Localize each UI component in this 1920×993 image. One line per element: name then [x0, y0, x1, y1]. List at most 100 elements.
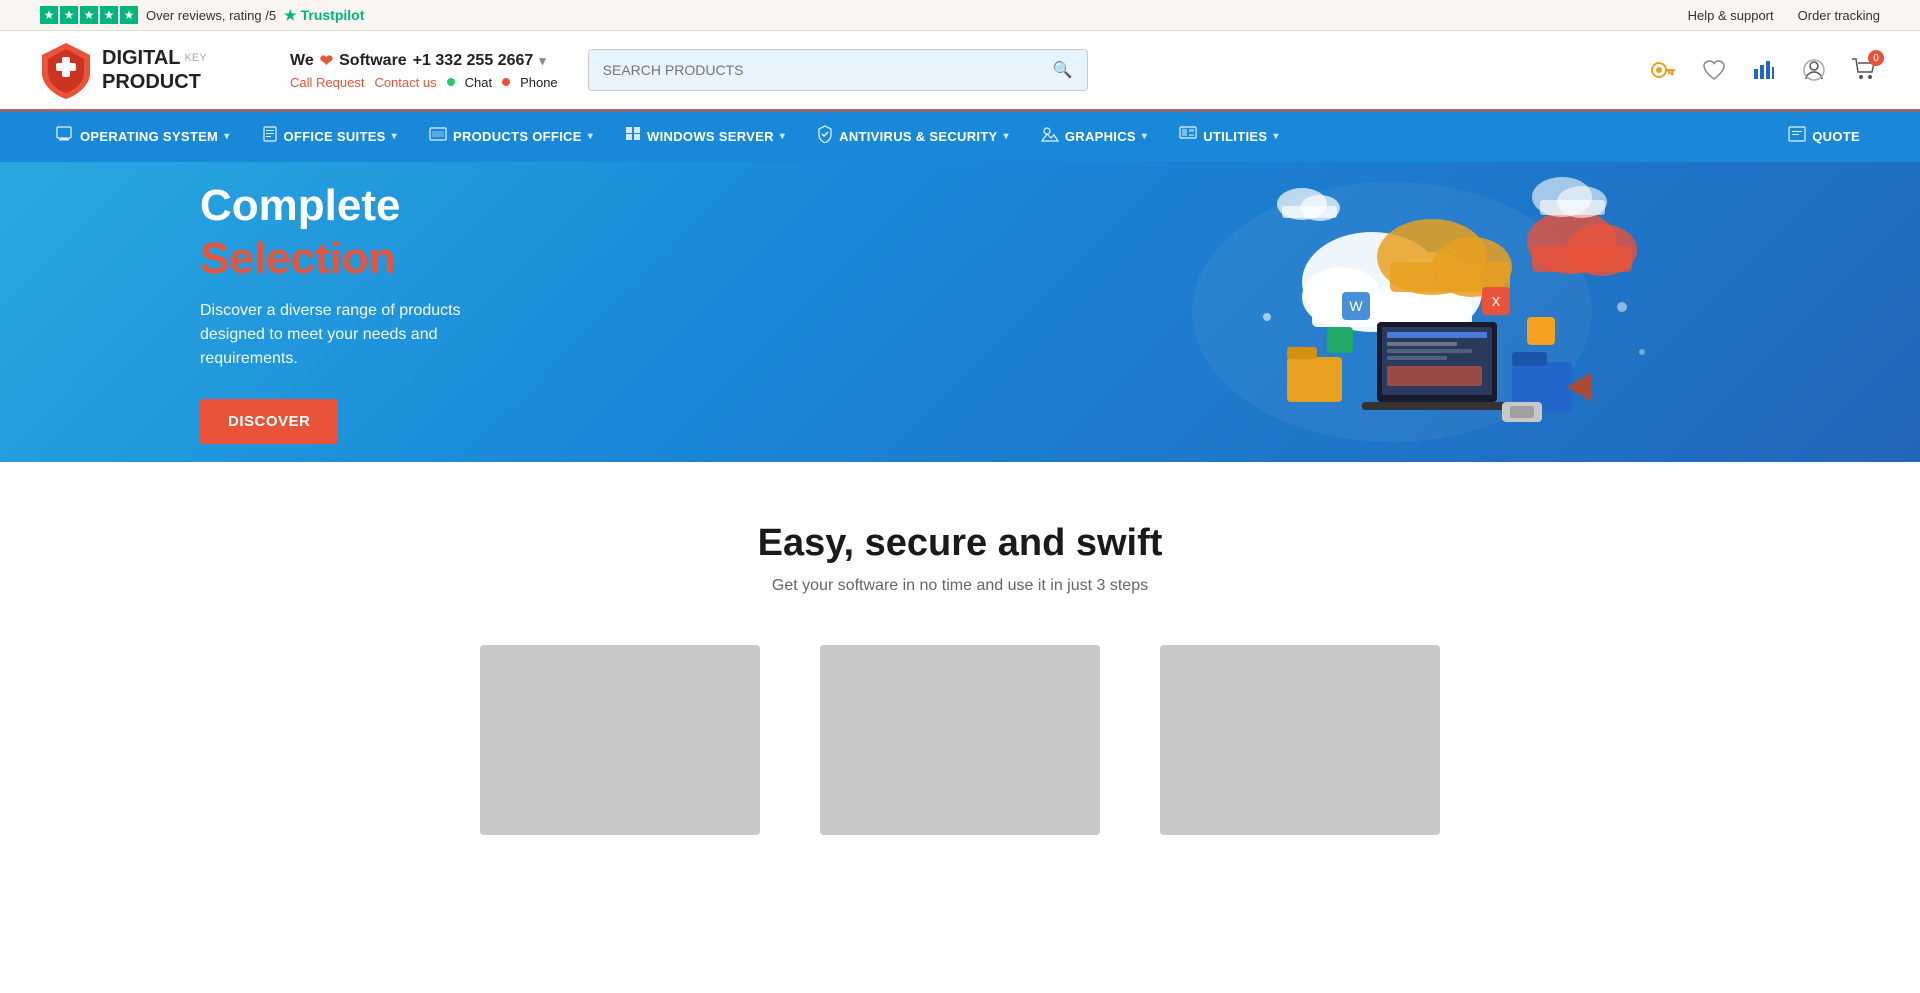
svg-text:W: W	[1349, 298, 1363, 314]
windows-icon	[625, 126, 641, 147]
nav-products-office[interactable]: PRODUCTS OFFICE ▾	[413, 113, 609, 160]
discover-button[interactable]: DISCOVER	[200, 399, 338, 444]
nav-windows-server[interactable]: WINDOWS SERVER ▾	[609, 112, 801, 161]
order-tracking-link[interactable]: Order tracking	[1798, 8, 1880, 23]
trustpilot-nav: Help & support Order tracking	[1688, 8, 1880, 23]
phone-status-dot	[502, 78, 510, 86]
windows-chevron: ▾	[780, 131, 785, 142]
nav-operating-system[interactable]: OPERATING SYSTEM ▾	[40, 112, 246, 161]
graphics-chevron: ▾	[1142, 131, 1147, 142]
hero-title-white: Complete	[200, 181, 400, 230]
contact-links: Call Request Contact us Chat Phone	[290, 75, 558, 90]
trust-stars: ★ ★ ★ ★ ★	[40, 6, 138, 24]
utilities-chevron: ▾	[1273, 131, 1278, 142]
office-icon	[262, 126, 278, 147]
step-3	[1160, 645, 1440, 835]
steps-grid	[40, 645, 1880, 835]
trustpilot-bar: ★ ★ ★ ★ ★ Over reviews, rating /5 ★ Trus…	[0, 0, 1920, 31]
cart-icon[interactable]: 0	[1848, 54, 1880, 86]
products-label: PRODUCTS OFFICE	[453, 129, 582, 144]
os-label: OPERATING SYSTEM	[80, 129, 218, 144]
header-icons: 0	[1648, 54, 1880, 86]
logo-digital: DIGITAL	[102, 46, 181, 70]
quote-icon	[1788, 126, 1806, 147]
graphics-label: GRAPHICS	[1065, 129, 1136, 144]
star-5: ★	[120, 6, 138, 24]
contact-us-link[interactable]: Contact us	[374, 75, 436, 90]
contact-top: We ❤ Software +1 332 255 2667 ▾	[290, 51, 558, 71]
hero-illustration: W X	[1112, 162, 1672, 462]
nav-office-suites[interactable]: OFFICE SUITES ▾	[246, 112, 413, 161]
windows-label: WINDOWS SERVER	[647, 129, 774, 144]
search-button[interactable]: 🔍	[1039, 50, 1087, 90]
trustpilot-name: Trustpilot	[301, 7, 365, 23]
trustpilot-left: ★ ★ ★ ★ ★ Over reviews, rating /5 ★ Trus…	[40, 6, 364, 24]
step-1-image	[480, 645, 760, 835]
chart-icon[interactable]	[1748, 54, 1780, 86]
heart-icon: ❤	[320, 51, 333, 71]
step-2	[820, 645, 1100, 835]
star-4: ★	[100, 6, 118, 24]
hero-title: Complete Selection	[200, 180, 500, 286]
graphics-icon	[1041, 126, 1059, 147]
search-input[interactable]	[589, 52, 1039, 88]
nav-quote[interactable]: QUOTE	[1768, 112, 1880, 161]
antivirus-label: ANTIVIRUS & SECURITY	[839, 129, 997, 144]
contact-area: We ❤ Software +1 332 255 2667 ▾ Call Req…	[290, 51, 558, 90]
trustpilot-reviews-text: Over reviews, rating /5	[146, 8, 276, 23]
quote-label: QUOTE	[1812, 129, 1860, 144]
steps-section: Easy, secure and swift Get your software…	[0, 462, 1920, 875]
phone-label: Phone	[520, 75, 558, 90]
software-label: Software	[339, 52, 407, 70]
logo-key-inline: KEY	[185, 52, 207, 65]
hero-subtitle: Discover a diverse range of products des…	[200, 299, 500, 371]
steps-subtitle: Get your software in no time and use it …	[40, 577, 1880, 595]
os-chevron: ▾	[224, 131, 229, 142]
chat-label: Chat	[465, 75, 492, 90]
utilities-label: UTILITIES	[1203, 129, 1267, 144]
trustpilot-star-icon: ★	[284, 7, 297, 24]
star-1: ★	[40, 6, 58, 24]
logo-text: DIGITAL KEY PRODUCT	[102, 46, 207, 94]
logo-area[interactable]: DIGITAL KEY PRODUCT	[40, 41, 260, 99]
antivirus-icon	[817, 125, 833, 148]
antivirus-chevron: ▾	[1004, 131, 1009, 142]
key-icon[interactable]	[1648, 54, 1680, 86]
hero-content: Complete Selection Discover a diverse ra…	[0, 162, 700, 462]
hero-title-orange: Selection	[200, 234, 396, 283]
step-1	[480, 645, 760, 835]
logo-product: PRODUCT	[102, 70, 207, 94]
cart-badge: 0	[1868, 50, 1884, 66]
star-2: ★	[60, 6, 78, 24]
nav-antivirus[interactable]: ANTIVIRUS & SECURITY ▾	[801, 111, 1025, 162]
nav-utilities[interactable]: UTILITIES ▾	[1163, 112, 1294, 161]
office-chevron: ▾	[392, 131, 397, 142]
help-support-link[interactable]: Help & support	[1688, 8, 1774, 23]
search-icon: 🔍	[1053, 62, 1073, 79]
chat-status-dot	[447, 78, 455, 86]
hero-image-area: W X	[864, 162, 1920, 462]
nav-graphics[interactable]: GRAPHICS ▾	[1025, 112, 1163, 161]
office-label: OFFICE SUITES	[284, 129, 386, 144]
products-icon	[429, 127, 447, 146]
search-wrapper: 🔍	[588, 49, 1088, 91]
we-label: We	[290, 52, 314, 70]
step-2-image	[820, 645, 1100, 835]
trustpilot-logo: ★ Trustpilot	[284, 7, 364, 24]
products-chevron: ▾	[588, 131, 593, 142]
header: DIGITAL KEY PRODUCT We ❤ Software +1 332…	[0, 31, 1920, 111]
call-request-link[interactable]: Call Request	[290, 75, 364, 90]
wishlist-icon[interactable]	[1698, 54, 1730, 86]
steps-title: Easy, secure and swift	[40, 522, 1880, 565]
phone-dropdown-icon[interactable]: ▾	[539, 53, 546, 69]
search-area: 🔍	[588, 49, 1088, 91]
os-icon	[56, 126, 74, 147]
user-icon[interactable]	[1798, 54, 1830, 86]
phone-number: +1 332 255 2667	[413, 52, 534, 70]
svg-text:X: X	[1492, 294, 1501, 309]
star-3: ★	[80, 6, 98, 24]
logo-shield-icon	[40, 41, 92, 99]
step-3-image	[1160, 645, 1440, 835]
utilities-icon	[1179, 126, 1197, 147]
hero-banner: Complete Selection Discover a diverse ra…	[0, 162, 1920, 462]
